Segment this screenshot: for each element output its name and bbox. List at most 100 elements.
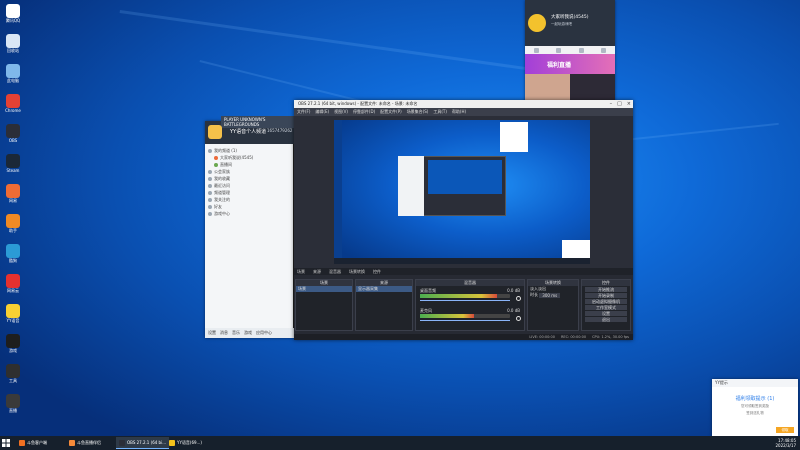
volume-meter <box>420 294 510 298</box>
taskbar-item[interactable]: YY语音(69...) <box>166 437 205 449</box>
obs-preview[interactable] <box>334 120 590 264</box>
control-button[interactable]: 工作室模式 <box>585 305 627 310</box>
desktop-icon[interactable]: 直播 <box>2 394 24 422</box>
duration-label: 时长 <box>530 292 538 297</box>
claim-button[interactable]: 领取 <box>776 427 794 433</box>
menu-item[interactable]: 视图(V) <box>334 109 348 115</box>
yy-user-name: YY语音个人频道 <box>230 129 267 135</box>
desktop-icon[interactable]: Chrome <box>2 94 24 122</box>
dock-tab[interactable]: 混音器 <box>329 269 341 275</box>
tab-icon[interactable] <box>533 47 539 53</box>
channel-list-item[interactable]: 我的频道 (1) <box>208 147 292 154</box>
desktop-icon[interactable]: 酷狗 <box>2 244 24 272</box>
desktop-icon[interactable]: 游戏 <box>2 334 24 362</box>
channel-list-item[interactable]: 公会家族 <box>208 168 292 175</box>
channel-list-item[interactable]: 最近访问 <box>208 182 292 189</box>
control-button[interactable]: 开始录制 <box>585 293 627 298</box>
desktop-icon[interactable]: 工具 <box>2 364 24 392</box>
desktop-icon[interactable]: 此电脑 <box>2 64 24 92</box>
mixer-panel: 混音器 桌面音频 0.0 dB 麦克风 0.0 dB <box>415 279 525 331</box>
app-icon <box>6 214 20 228</box>
desktop-icon[interactable]: OBS <box>2 124 24 152</box>
channel-list-item[interactable]: 我的收藏 <box>208 175 292 182</box>
taskbar-item[interactable]: 斗鱼客户端 <box>16 437 50 449</box>
menu-item[interactable]: 编辑(E) <box>315 109 329 115</box>
gear-icon[interactable] <box>516 316 521 321</box>
volume-slider[interactable] <box>420 320 510 321</box>
duration-row: 时长 300 ms <box>528 292 578 298</box>
controls-header: 控件 <box>582 280 630 286</box>
app-icon <box>6 154 20 168</box>
gear-icon[interactable] <box>516 296 521 301</box>
volume-slider[interactable] <box>420 300 510 301</box>
app-icon <box>6 94 20 108</box>
desktop-icon[interactable]: 网易云 <box>2 274 24 302</box>
desktop-icon[interactable]: 助手 <box>2 214 24 242</box>
desktop-icon[interactable]: 回收站 <box>2 34 24 62</box>
dock-tab[interactable]: 来源 <box>313 269 321 275</box>
promo-banner[interactable]: 福利直播 <box>525 54 615 74</box>
tab-icon[interactable] <box>601 47 607 53</box>
duration-input[interactable]: 300 ms <box>539 292 561 298</box>
desktop-icon[interactable]: YY语音 <box>2 304 24 332</box>
menu-item[interactable]: 场景集合(S) <box>407 109 429 115</box>
channel-list: 我的频道 (1) 大家听我说(4545) 直播间 公会家族 我的收藏 最近访问 频道管理 我关… <box>205 144 295 220</box>
footer-item[interactable]: 应用中心 <box>256 330 272 336</box>
desktop-icon-label: 回收站 <box>7 48 19 53</box>
menu-item[interactable]: 工具(T) <box>433 109 447 115</box>
app-icon <box>6 244 20 258</box>
app-icon <box>6 334 20 348</box>
footer-item[interactable]: 设置 <box>208 330 216 336</box>
desktop-icon[interactable]: 网易 <box>2 184 24 212</box>
menu-item[interactable]: 帮助(H) <box>452 109 466 115</box>
desktop-icon-label: 游戏 <box>9 348 17 353</box>
menu-item[interactable]: 停靠部件(D) <box>353 109 375 115</box>
preview-taskbar <box>334 258 590 264</box>
channel-list-item[interactable]: 我关注的 <box>208 196 292 203</box>
channel-list-item[interactable]: 大家听我说(4545) <box>208 154 292 161</box>
control-button[interactable]: 开始推流 <box>585 287 627 292</box>
desktop-icon[interactable]: Steam <box>2 154 24 182</box>
menu-item[interactable]: 配置文件(P) <box>380 109 402 115</box>
popup-header: YY提示 <box>712 379 798 387</box>
channel-list-item[interactable]: 直播间 <box>208 161 292 168</box>
app-icon <box>6 274 20 288</box>
footer-item[interactable]: 消息 <box>220 330 228 336</box>
source-item[interactable]: 显示器采集 <box>356 286 412 292</box>
taskbar-item[interactable]: 斗鱼直播伴侣 <box>66 437 104 449</box>
obs-window: OBS 27.2.1 (64 bit, windows) - 配置文件: 未命名… <box>294 100 633 340</box>
light-ray <box>119 10 536 72</box>
control-button[interactable]: 启动虚拟摄像机 <box>585 299 627 304</box>
desktop-icon[interactable]: 腾讯QQ <box>2 4 24 32</box>
clock-date[interactable]: 2022/3/17 <box>775 443 796 448</box>
dock-tab[interactable]: 控件 <box>373 269 381 275</box>
footer-item[interactable]: 游戏 <box>244 330 252 336</box>
channel-list-item[interactable]: 好友 <box>208 203 292 210</box>
popup-title[interactable]: 福利领取提示 (1) <box>712 395 798 402</box>
channel-list-item[interactable]: 游戏中心 <box>208 210 292 217</box>
avatar[interactable] <box>528 14 546 32</box>
promo-image[interactable] <box>525 74 570 102</box>
taskbar-item[interactable]: OBS 27.2.1 (64 bi... <box>116 437 170 449</box>
windows-start-icon[interactable] <box>2 439 10 447</box>
minimize-icon[interactable]: – <box>610 101 613 107</box>
home-icon[interactable] <box>208 125 222 139</box>
footer-item[interactable]: 音乐 <box>232 330 240 336</box>
channel-label: 大家听我说(4545) <box>220 154 254 160</box>
scene-item[interactable]: 场景 <box>296 286 352 292</box>
control-button[interactable]: 退出 <box>585 317 627 322</box>
control-button[interactable]: 设置 <box>585 311 627 316</box>
menu-item[interactable]: 文件(F) <box>297 109 310 115</box>
close-icon[interactable]: × <box>627 101 631 107</box>
tab-icon[interactable] <box>578 47 584 53</box>
tab-icon[interactable] <box>556 47 562 53</box>
promo-image[interactable] <box>570 74 615 102</box>
controls-panel: 控件 开始推流 开始录制 启动虚拟摄像机 工作室模式 设置 退出 <box>581 279 631 331</box>
dock-tab[interactable]: 场景转换 <box>349 269 365 275</box>
channel-list-item[interactable]: 频道管理 <box>208 189 292 196</box>
yy-channel-panel: 大家听我说(4545) 一起玩游戏吧 福利直播 <box>525 0 615 103</box>
channel-header: 大家听我说(4545) 一起玩游戏吧 <box>525 0 615 46</box>
app-icon <box>6 304 20 318</box>
maximize-icon[interactable]: □ <box>617 101 622 107</box>
dock-tab[interactable]: 场景 <box>297 269 305 275</box>
